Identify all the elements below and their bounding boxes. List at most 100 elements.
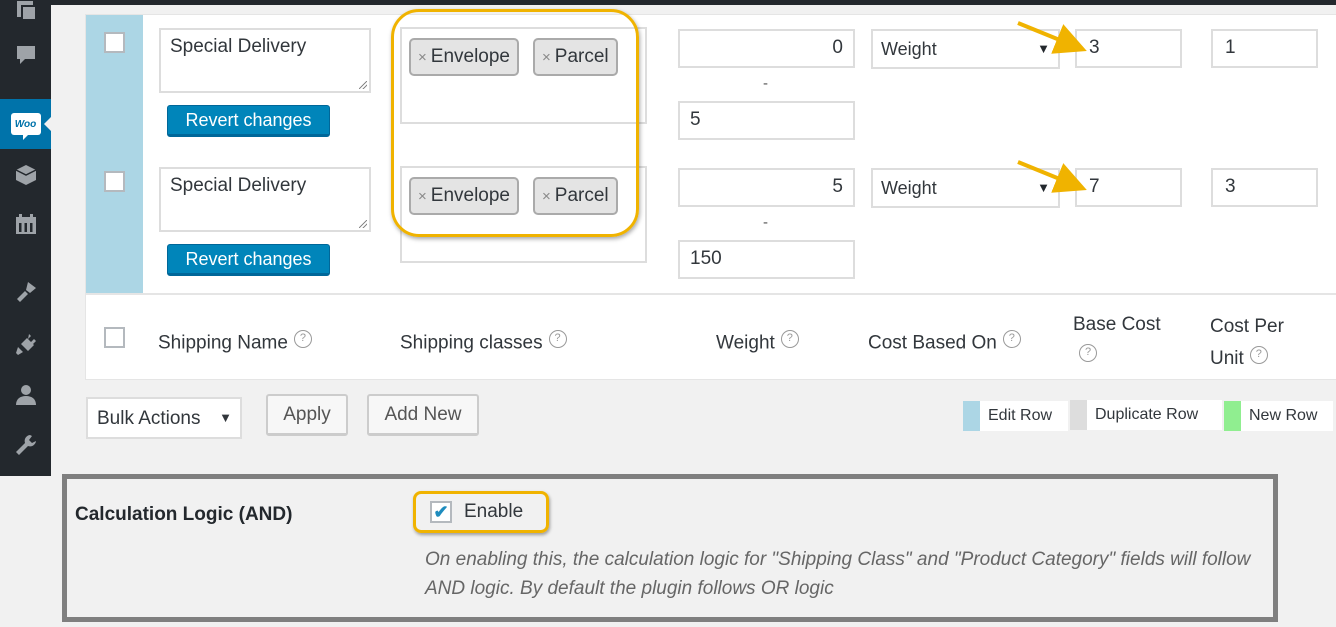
legend-edit-row: Edit Row	[963, 401, 1068, 431]
weight-min-input[interactable]: 0	[678, 29, 855, 68]
select-value: Bulk Actions	[97, 408, 201, 429]
class-chip-parcel: × Parcel	[533, 38, 618, 76]
shipping-name-input[interactable]: Special Delivery	[159, 167, 371, 232]
calculation-logic-description: On enabling this, the calculation logic …	[425, 549, 1251, 599]
weight-range-separator: -	[763, 214, 768, 231]
weight-max-input[interactable]: 5	[678, 101, 855, 140]
calendar-icon	[15, 214, 36, 234]
column-header-base-cost: Base Cost?	[1073, 311, 1161, 367]
column-header-shipping-classes: Shipping classes?	[400, 330, 567, 354]
column-label: Shipping classes	[400, 332, 543, 354]
admin-sidebar: Woo	[0, 0, 51, 476]
revert-changes-button[interactable]: Revert changes	[167, 244, 330, 276]
help-icon[interactable]: ?	[780, 330, 799, 348]
sidebar-item-comments[interactable]	[0, 31, 51, 79]
table-column-headers: Shipping Name? Shipping classes? Weight?…	[86, 293, 1336, 381]
help-icon[interactable]: ?	[1249, 345, 1268, 364]
chip-label: Parcel	[554, 185, 609, 206]
help-icon[interactable]: ?	[548, 330, 567, 348]
column-label: Unit	[1210, 348, 1244, 369]
column-header-shipping-name: Shipping Name?	[158, 330, 312, 354]
column-label: Cost Based On	[868, 332, 997, 354]
remove-chip-icon[interactable]: ×	[542, 188, 551, 205]
bulk-actions-select[interactable]: Bulk Actions ▼	[86, 397, 242, 439]
legend-swatch	[963, 401, 980, 431]
sidebar-item-plugins[interactable]	[0, 320, 51, 368]
legend-label: Duplicate Row	[1095, 406, 1199, 423]
base-cost-input[interactable]: 7	[1075, 168, 1182, 207]
column-label: Cost Per	[1210, 316, 1284, 337]
row-checkbox[interactable]	[104, 171, 125, 192]
cost-based-on-select[interactable]: Weight ▼	[871, 168, 1060, 208]
shipping-name-input[interactable]: Special Delivery	[159, 28, 371, 93]
add-new-button[interactable]: Add New	[367, 394, 479, 436]
legend-label: New Row	[1249, 407, 1318, 424]
base-cost-input[interactable]: 3	[1075, 29, 1182, 68]
weight-range-separator: -	[763, 75, 768, 92]
help-icon[interactable]: ?	[1079, 343, 1097, 362]
dropdown-arrow-icon: ▼	[219, 410, 232, 425]
legend-swatch	[1070, 400, 1087, 430]
enable-label[interactable]: Enable	[464, 501, 523, 523]
comments-icon	[16, 46, 35, 64]
legend-swatch	[1224, 401, 1241, 431]
enable-checkbox-highlight: ✔ Enable	[413, 491, 549, 533]
pages-icon	[16, 1, 35, 19]
column-label: Shipping Name	[158, 332, 288, 354]
help-icon[interactable]: ?	[293, 330, 312, 348]
apply-button[interactable]: Apply	[266, 394, 348, 436]
sidebar-item-users[interactable]	[0, 371, 51, 419]
chip-label: Envelope	[430, 46, 510, 67]
class-chip-envelope: × Envelope	[409, 177, 519, 215]
cost-per-unit-input[interactable]: 3	[1211, 168, 1318, 207]
legend-label: Edit Row	[988, 407, 1053, 424]
sidebar-item-pages[interactable]	[0, 0, 51, 34]
revert-changes-button[interactable]: Revert changes	[167, 105, 330, 137]
enable-checkbox[interactable]: ✔	[430, 501, 452, 523]
weight-max-input[interactable]: 150	[678, 240, 855, 279]
table-row: Special Delivery Revert changes × Envelo…	[86, 15, 1336, 154]
legend-new-row: New Row	[1224, 401, 1333, 431]
shipping-classes-select[interactable]: × Envelope × Parcel	[400, 166, 647, 263]
sidebar-item-appearance[interactable]	[0, 268, 51, 316]
select-value: Weight	[881, 39, 937, 59]
sidebar-item-woocommerce[interactable]: Woo	[0, 99, 51, 149]
sidebar-item-products[interactable]	[0, 151, 51, 199]
woocommerce-icon: Woo	[10, 113, 41, 140]
cost-per-unit-input[interactable]: 1	[1211, 29, 1318, 68]
column-header-cost-per-unit: Cost Per Unit?	[1210, 311, 1284, 375]
dropdown-arrow-icon: ▼	[1037, 180, 1050, 195]
shipping-classes-select[interactable]: × Envelope × Parcel	[400, 27, 647, 124]
column-label: Weight	[716, 332, 775, 354]
products-icon	[15, 165, 36, 185]
select-value: Weight	[881, 178, 937, 198]
sidebar-item-tools[interactable]	[0, 421, 51, 469]
users-icon	[15, 385, 36, 405]
table-row: Special Delivery Revert changes × Envelo…	[86, 154, 1336, 293]
tools-icon	[15, 435, 36, 455]
plugins-icon	[15, 334, 36, 355]
select-all-checkbox[interactable]	[104, 327, 125, 348]
remove-chip-icon[interactable]: ×	[418, 49, 427, 66]
legend-duplicate-row: Duplicate Row	[1070, 400, 1222, 430]
help-icon[interactable]: ?	[1002, 330, 1021, 348]
admin-top-bar	[0, 0, 1336, 5]
column-header-cost-based-on: Cost Based On?	[868, 330, 1021, 354]
sidebar-item-bookings[interactable]	[0, 200, 51, 248]
shipping-rates-table: Special Delivery Revert changes × Envelo…	[85, 14, 1336, 380]
cost-based-on-select[interactable]: Weight ▼	[871, 29, 1060, 69]
column-label: Base Cost	[1073, 314, 1161, 335]
remove-chip-icon[interactable]: ×	[418, 188, 427, 205]
calculation-logic-section: Calculation Logic (AND) ✔ Enable On enab…	[62, 474, 1278, 622]
column-header-weight: Weight?	[716, 330, 799, 354]
class-chip-envelope: × Envelope	[409, 38, 519, 76]
chip-label: Envelope	[430, 185, 510, 206]
checkmark-icon: ✔	[433, 501, 449, 522]
dropdown-arrow-icon: ▼	[1037, 41, 1050, 56]
chip-label: Parcel	[554, 46, 609, 67]
weight-min-input[interactable]: 5	[678, 168, 855, 207]
appearance-icon	[16, 282, 36, 302]
row-checkbox[interactable]	[104, 32, 125, 53]
remove-chip-icon[interactable]: ×	[542, 49, 551, 66]
calculation-logic-label: Calculation Logic (AND)	[75, 504, 293, 525]
